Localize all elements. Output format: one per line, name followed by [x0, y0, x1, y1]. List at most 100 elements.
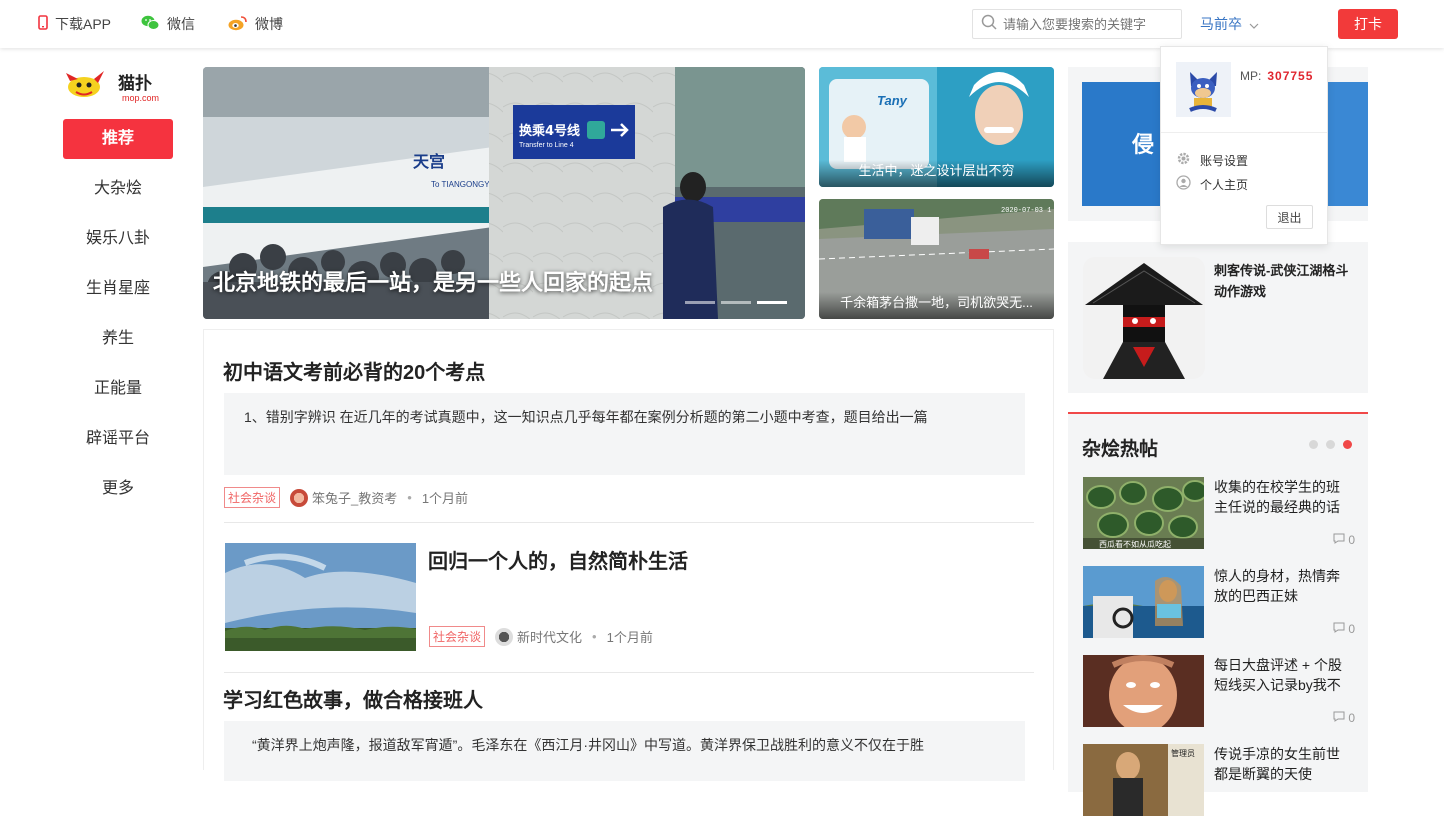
nav-item-entertainment[interactable]: 娱乐八卦 [63, 219, 173, 259]
profile-link[interactable]: 个人主页 [1176, 175, 1248, 193]
mop-logo[interactable]: 猫扑 mop.com [63, 66, 173, 106]
download-app-link[interactable]: 下载APP [38, 0, 111, 48]
thumbnail-overlay-text: 管理员 [1171, 748, 1195, 758]
article-meta: 社会杂谈 新时代文化 • 1个月前 [429, 626, 653, 647]
logo-text: 猫扑 [118, 73, 152, 94]
game-ad-title[interactable]: 刺客传说-武侠江湖格斗动作游戏 [1214, 260, 1354, 302]
side-card-1[interactable]: Tany 生活中，迷之设计层出不穷 [819, 67, 1054, 187]
pager-dot[interactable] [1309, 440, 1318, 449]
pager-dot[interactable] [1326, 440, 1335, 449]
logo-sub: mop.com [122, 93, 159, 103]
sidebar: 猫扑 mop.com 推荐 大杂烩 娱乐八卦 生肖星座 养生 正能量 辟谣平台 … [63, 66, 173, 509]
article-time: 1个月前 [421, 491, 469, 506]
hot-post-title[interactable]: 惊人的身材，热情奔放的巴西正妹 [1214, 566, 1349, 606]
phone-icon [38, 15, 48, 33]
nav-item-rumor[interactable]: 辟谣平台 [63, 419, 173, 459]
nav-item-recommend[interactable]: 推荐 [63, 119, 173, 159]
game-ad-image [1083, 257, 1205, 379]
article-title[interactable]: 学习红色故事，做合格接班人 [223, 684, 483, 713]
nav-item-dazahui[interactable]: 大杂烩 [63, 169, 173, 209]
game-ad[interactable]: 刺客传说-武侠江湖格斗动作游戏 [1068, 242, 1368, 393]
user-icon [1176, 175, 1191, 193]
search-input[interactable] [1003, 16, 1173, 32]
carousel-dots [685, 301, 787, 304]
hot-post-title[interactable]: 每日大盘评述 + 个股短线买入记录by我不 [1214, 655, 1349, 695]
article-tag[interactable]: 社会杂谈 [224, 487, 281, 508]
hot-post-thumbnail[interactable] [1083, 655, 1204, 727]
weibo-icon [228, 15, 248, 34]
checkin-button[interactable]: 打卡 [1338, 9, 1398, 39]
article-author[interactable]: 新时代文化 [517, 627, 582, 646]
mp-label: MP: [1240, 69, 1262, 83]
comment-count: 0 [1348, 622, 1355, 636]
transfer-sign-sub: Transfer to Line 4 [519, 142, 574, 149]
divider [1161, 132, 1327, 133]
article-summary[interactable]: 1、错别字辨识 在近几年的考试真题中，这一知识点几乎每年都在案例分析题的第二小题… [224, 393, 1025, 475]
hot-post-title[interactable]: 收集的在校学生的班主任说的最经典的话 [1214, 477, 1349, 517]
hot-post-title[interactable]: 传说手凉的女生前世都是断翼的天使 [1214, 744, 1349, 784]
article-meta: 社会杂谈 笨兔子_教资考 • 1个月前 [224, 487, 468, 508]
hot-post-comments: 0 [1333, 533, 1355, 547]
comment-icon [1333, 533, 1345, 547]
chevron-down-icon [1249, 16, 1259, 32]
mp-value: 307755 [1267, 69, 1314, 83]
station-sign: 天宫 [413, 152, 445, 171]
hot-post-thumbnail[interactable] [1083, 566, 1204, 638]
user-avatar[interactable] [1176, 62, 1231, 117]
carousel-dot-active[interactable] [757, 301, 787, 304]
side-card-2[interactable]: 2020-07-03 1 千余箱茅台撒一地，司机欲哭无... [819, 199, 1054, 319]
station-sign-sub: To TIANGONGY [431, 180, 490, 189]
hot-post-thumbnail[interactable]: 管理员 [1083, 744, 1204, 816]
article-tag[interactable]: 社会杂谈 [429, 626, 486, 647]
ad-text: 侵 [1131, 132, 1154, 158]
carousel-dot[interactable] [685, 301, 715, 304]
hero-carousel[interactable]: 天宫 To TIANGONGY 换乘4号线 Transfer to Line 4… [203, 67, 805, 319]
article-feed: 初中语文考前必背的20个考点 1、错别字辨识 在近几年的考试真题中，这一知识点几… [203, 329, 1054, 781]
hot-post-comments: 0 [1333, 711, 1355, 725]
nav-item-positive[interactable]: 正能量 [63, 369, 173, 409]
hot-post-thumbnail[interactable]: 西瓜看不如从瓜吃起 [1083, 477, 1204, 549]
logout-button[interactable]: 退出 [1266, 205, 1313, 229]
search-box[interactable] [972, 9, 1182, 39]
top-bar: 下载APP 微信 微博 马前卒 打卡 [0, 0, 1444, 48]
weibo-link[interactable]: 微博 [228, 0, 283, 48]
comment-icon [1333, 711, 1345, 725]
nav-item-more[interactable]: 更多 [63, 469, 173, 509]
meta-separator: • [407, 490, 412, 505]
nav-item-health[interactable]: 养生 [63, 319, 173, 359]
hot-post-item[interactable]: 管理员 传说手凉的女生前世都是断翼的天使 [1083, 744, 1355, 816]
user-dropdown: MP: 307755 账号设置 个人主页 退出 [1160, 46, 1328, 245]
carousel-dot[interactable] [721, 301, 751, 304]
profile-label: 个人主页 [1200, 177, 1249, 192]
download-app-label: 下载APP [55, 16, 112, 32]
pager-dot-active[interactable] [1343, 440, 1352, 449]
svg-text:Tany: Tany [877, 93, 908, 108]
meta-separator: • [592, 629, 597, 644]
article-time: 1个月前 [606, 630, 653, 645]
transfer-sign: 换乘4号线 [519, 123, 580, 139]
weibo-label: 微博 [255, 16, 283, 32]
author-avatar[interactable] [290, 488, 309, 507]
user-menu[interactable]: 马前卒 [1200, 0, 1259, 48]
article-summary[interactable]: “黄洋界上炮声隆，报道敌军宵遁”。毛泽东在《西江月·井冈山》中写道。黄洋界保卫战… [224, 721, 1025, 781]
account-settings-link[interactable]: 账号设置 [1176, 151, 1248, 169]
article-title[interactable]: 初中语文考前必背的20个考点 [223, 356, 485, 385]
article-title[interactable]: 回归一个人的，自然简朴生活 [428, 545, 688, 574]
author-avatar[interactable] [495, 627, 514, 646]
comment-count: 0 [1348, 533, 1355, 547]
hot-posts: 杂烩热帖 西瓜看不如从瓜吃起 收集的在校学生的班主任说的最经典的话 0 惊人的身… [1068, 412, 1368, 816]
comment-count: 0 [1348, 711, 1355, 725]
hot-post-item[interactable]: 西瓜看不如从瓜吃起 收集的在校学生的班主任说的最经典的话 0 [1083, 477, 1355, 549]
hot-post-item[interactable]: 每日大盘评述 + 个股短线买入记录by我不 0 [1083, 655, 1355, 727]
nav-item-zodiac[interactable]: 生肖星座 [63, 269, 173, 309]
hero-caption[interactable]: 北京地铁的最后一站，是另一些人回家的起点 [213, 265, 653, 297]
username: 马前卒 [1200, 16, 1242, 32]
side-card-2-caption: 千余箱茅台撒一地，司机欲哭无... [819, 292, 1054, 319]
hot-post-item[interactable]: 惊人的身材，热情奔放的巴西正妹 0 [1083, 566, 1355, 638]
hot-posts-pager [1309, 440, 1352, 449]
divider [224, 522, 1034, 523]
thumbnail-overlay-text: 西瓜看不如从瓜吃起 [1099, 539, 1171, 549]
wechat-link[interactable]: 微信 [141, 0, 195, 48]
article-thumbnail[interactable] [225, 543, 416, 651]
article-author[interactable]: 笨兔子_教资考 [312, 488, 397, 507]
